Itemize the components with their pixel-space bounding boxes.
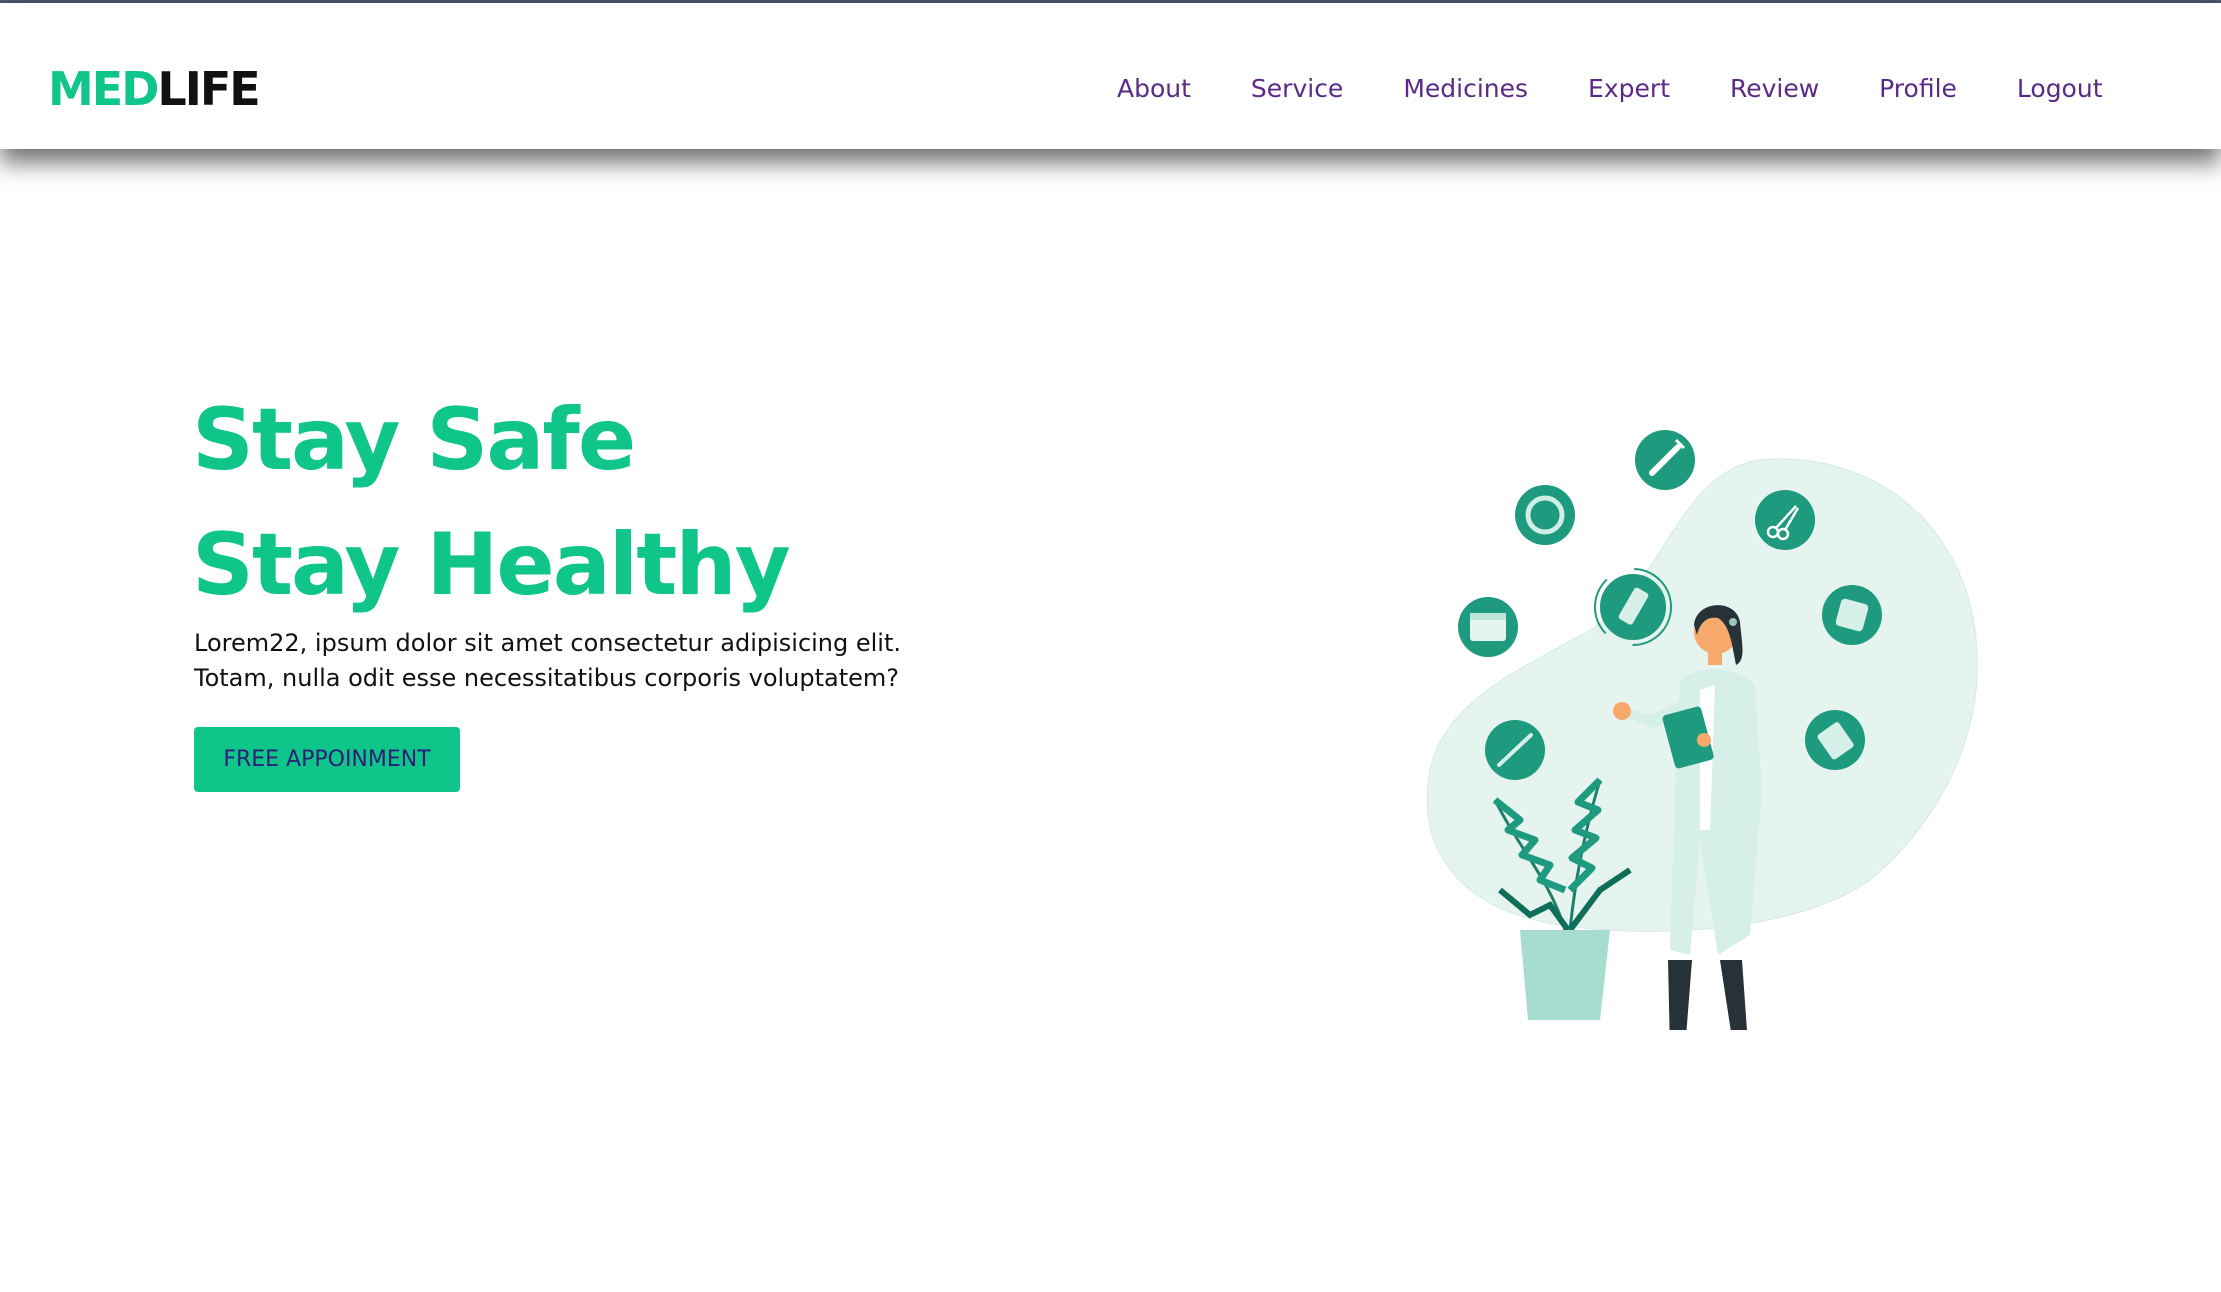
bandage-icon [1822,585,1882,645]
nav-medicines[interactable]: Medicines [1403,69,1528,109]
hero-title-line-1: Stay Safe [192,390,636,490]
hero-description: Lorem22, ipsum dolor sit amet consectetu… [194,629,902,692]
doctor-illustration [1426,430,1978,1030]
syringe-icon [1635,430,1695,490]
nav-service[interactable]: Service [1251,69,1343,109]
nav-about[interactable]: About [1117,69,1191,109]
free-appointment-button[interactable]: FREE APPOINMENT [194,727,460,792]
pill-bottle-icon [1515,485,1575,545]
nav-expert[interactable]: Expert [1588,69,1670,109]
hero-title-line-2: Stay Healthy [192,515,791,615]
scissors-icon [1755,490,1815,550]
medicine-pack-icon [1805,710,1865,770]
brand-logo-med: MED [48,62,159,116]
site-header: MEDLIFE About Service Medicines Expert R… [0,3,2221,149]
brand-logo[interactable]: MEDLIFE [48,61,261,117]
hero-section: Stay Safe Stay Healthy Lorem22, ipsum do… [0,150,2221,1292]
thermometer-icon [1485,720,1545,780]
nav-profile[interactable]: Profile [1879,69,1957,109]
nav-review[interactable]: Review [1730,69,1819,109]
nav-logout[interactable]: Logout [2017,69,2103,109]
main-nav: About Service Medicines Expert Review Pr… [1100,69,2103,109]
calendar-icon [1458,597,1518,657]
brand-logo-life: LIFE [157,62,260,116]
